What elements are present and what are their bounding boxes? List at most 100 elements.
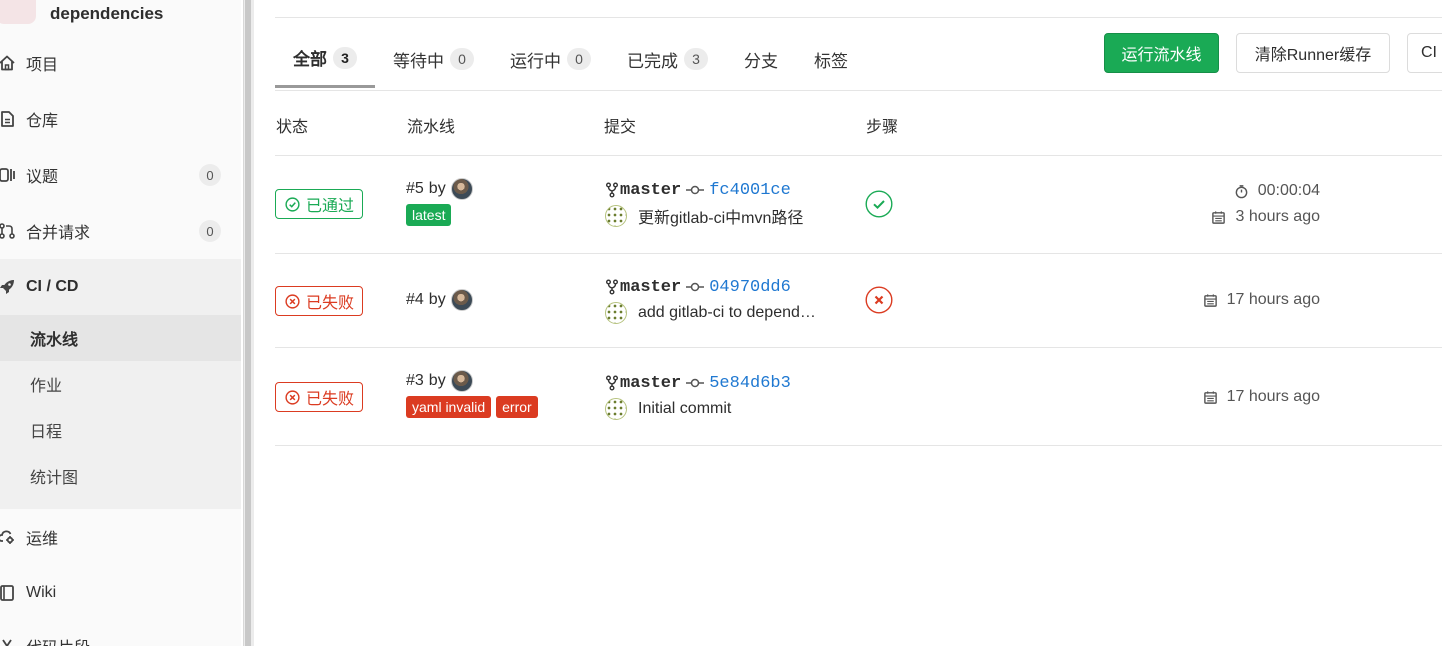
pipeline-id-link[interactable]: #4 [406, 291, 424, 309]
table-row: 已失败 #3 by yaml invalid error master 5e84… [275, 348, 1442, 446]
tab-label: 分支 [744, 51, 778, 71]
table-row: 已失败 #4 by master 04970dd6 add gitlab-ci … [275, 254, 1442, 348]
merge-requests-count-badge: 0 [199, 220, 221, 242]
tab-count-badge: 0 [567, 48, 591, 70]
tab-finished[interactable]: 已完成 3 [609, 30, 726, 88]
sidebar-subitem-charts[interactable]: 统计图 [0, 453, 241, 499]
book-icon [0, 584, 18, 602]
commit-icon [686, 378, 705, 388]
tab-branches[interactable]: 分支 [726, 30, 796, 88]
tab-pending[interactable]: 等待中 0 [375, 30, 492, 88]
status-label: 已失败 [306, 295, 355, 312]
tab-count-badge: 3 [684, 48, 708, 70]
branch-icon [606, 375, 618, 391]
home-icon [0, 54, 18, 72]
pipeline-cell: #3 by yaml invalid error [406, 370, 543, 418]
commit-icon [686, 185, 705, 195]
commit-sha-link[interactable]: 04970dd6 [709, 278, 791, 297]
commit-author-avatar[interactable] [605, 302, 627, 324]
user-avatar[interactable] [450, 289, 473, 311]
header-commit: 提交 [604, 119, 637, 136]
table-header: 状态 流水线 提交 步骤 [275, 91, 1442, 156]
scrollbar-thumb[interactable] [245, 0, 251, 646]
sidebar-subitem-pipelines[interactable]: 流水线 [0, 315, 241, 361]
commit-sha-link[interactable]: 5e84d6b3 [709, 374, 791, 393]
sidebar-item-label: CI / CD [26, 278, 79, 295]
top-divider [275, 17, 1442, 18]
stage-failed-icon[interactable] [865, 286, 893, 314]
duration-text: 00:00:04 [1257, 182, 1320, 199]
tab-count-badge: 3 [333, 46, 357, 69]
sidebar-subitem-label: 流水线 [30, 332, 79, 349]
sidebar-item-issues[interactable]: 议题 0 [0, 147, 241, 203]
header-status: 状态 [276, 119, 309, 136]
commit-cell: master fc4001ce 更新gitlab-ci中mvn路径 [605, 179, 803, 227]
tab-running[interactable]: 运行中 0 [492, 30, 609, 88]
status-label: 已失败 [306, 391, 355, 408]
rocket-icon [0, 278, 18, 296]
sidebar-item-snippets[interactable]: 代码片段 [0, 618, 241, 646]
pipeline-by-text: by [428, 372, 446, 389]
issues-count-badge: 0 [199, 164, 221, 186]
user-avatar[interactable] [450, 178, 473, 200]
clear-runner-cache-button[interactable]: 清除Runner缓存 [1236, 33, 1390, 73]
branch-link[interactable]: master [620, 278, 681, 297]
tab-tags[interactable]: 标签 [796, 30, 866, 88]
tab-label: 全部 [293, 50, 327, 69]
tab-count-badge: 0 [450, 48, 474, 70]
sidebar-item-repository[interactable]: 仓库 [0, 91, 241, 147]
pipeline-cell: #5 by latest [406, 178, 473, 226]
merge-request-icon [0, 222, 18, 240]
project-avatar[interactable]: M [0, 0, 36, 24]
commit-message-link[interactable]: Initial commit [638, 400, 731, 418]
pipeline-tag-yaml-invalid: yaml invalid [406, 396, 492, 418]
pipeline-id-link[interactable]: #5 [406, 180, 424, 198]
status-badge[interactable]: 已失败 [275, 382, 364, 412]
tab-all[interactable]: 全部 3 [275, 30, 375, 88]
status-badge[interactable]: 已失败 [275, 286, 364, 316]
calendar-icon [1203, 293, 1217, 307]
status-label: 已通过 [306, 198, 355, 215]
pipeline-tag-error: error [496, 396, 538, 418]
commit-author-avatar[interactable] [605, 398, 627, 420]
project-header[interactable]: M dependencies [0, 0, 163, 24]
tab-label: 运行中 [510, 51, 561, 71]
sidebar-item-ci-cd[interactable]: CI / CD [0, 259, 241, 315]
check-circle-icon [285, 196, 300, 212]
sidebar-item-merge-requests[interactable]: 合并请求 0 [0, 203, 241, 259]
commit-message-link[interactable]: add gitlab-ci to depend… [638, 304, 816, 322]
commit-message-link[interactable]: 更新gitlab-ci中mvn路径 [638, 204, 803, 228]
sidebar-subitem-jobs[interactable]: 作业 [0, 361, 241, 407]
status-badge[interactable]: 已通过 [275, 189, 364, 219]
timer-icon [1235, 184, 1248, 198]
sidebar-scrollbar[interactable] [243, 0, 254, 646]
branch-link[interactable]: master [620, 181, 681, 200]
sidebar-item-label: 运维 [26, 531, 59, 548]
stage-passed-icon[interactable] [865, 190, 893, 218]
pipeline-id-link[interactable]: #3 [406, 372, 424, 390]
sidebar-item-operations[interactable]: 运维 [0, 509, 241, 565]
tab-label: 已完成 [627, 51, 678, 71]
sidebar-subitem-schedules[interactable]: 日程 [0, 407, 241, 453]
project-name[interactable]: dependencies [50, 4, 163, 24]
header-stages: 步骤 [866, 119, 899, 136]
finished-time-text: 17 hours ago [1226, 291, 1320, 308]
sidebar-item-project[interactable]: 项目 [0, 35, 241, 91]
ci-lint-button[interactable]: CI [1407, 33, 1442, 73]
branch-icon [606, 279, 618, 295]
pipeline-cell: #4 by [406, 289, 473, 311]
commit-sha-link[interactable]: fc4001ce [709, 181, 791, 200]
timing-cell: 17 hours ago [1203, 386, 1320, 408]
timing-cell: 17 hours ago [1203, 289, 1320, 311]
sidebar-item-wiki[interactable]: Wiki [0, 565, 241, 621]
run-pipeline-button[interactable]: 运行流水线 [1104, 33, 1219, 73]
close-circle-icon [285, 293, 300, 309]
sidebar-item-label: 仓库 [26, 113, 59, 130]
branch-link[interactable]: master [620, 374, 681, 393]
header-pipeline: 流水线 [407, 119, 456, 136]
finished-time-text: 3 hours ago [1235, 208, 1320, 225]
commit-author-avatar[interactable] [605, 205, 627, 227]
user-avatar[interactable] [450, 370, 473, 392]
document-icon [0, 110, 18, 128]
sidebar: M dependencies 项目 仓库 议题 0 合并请求 0 CI / CD [0, 0, 241, 646]
